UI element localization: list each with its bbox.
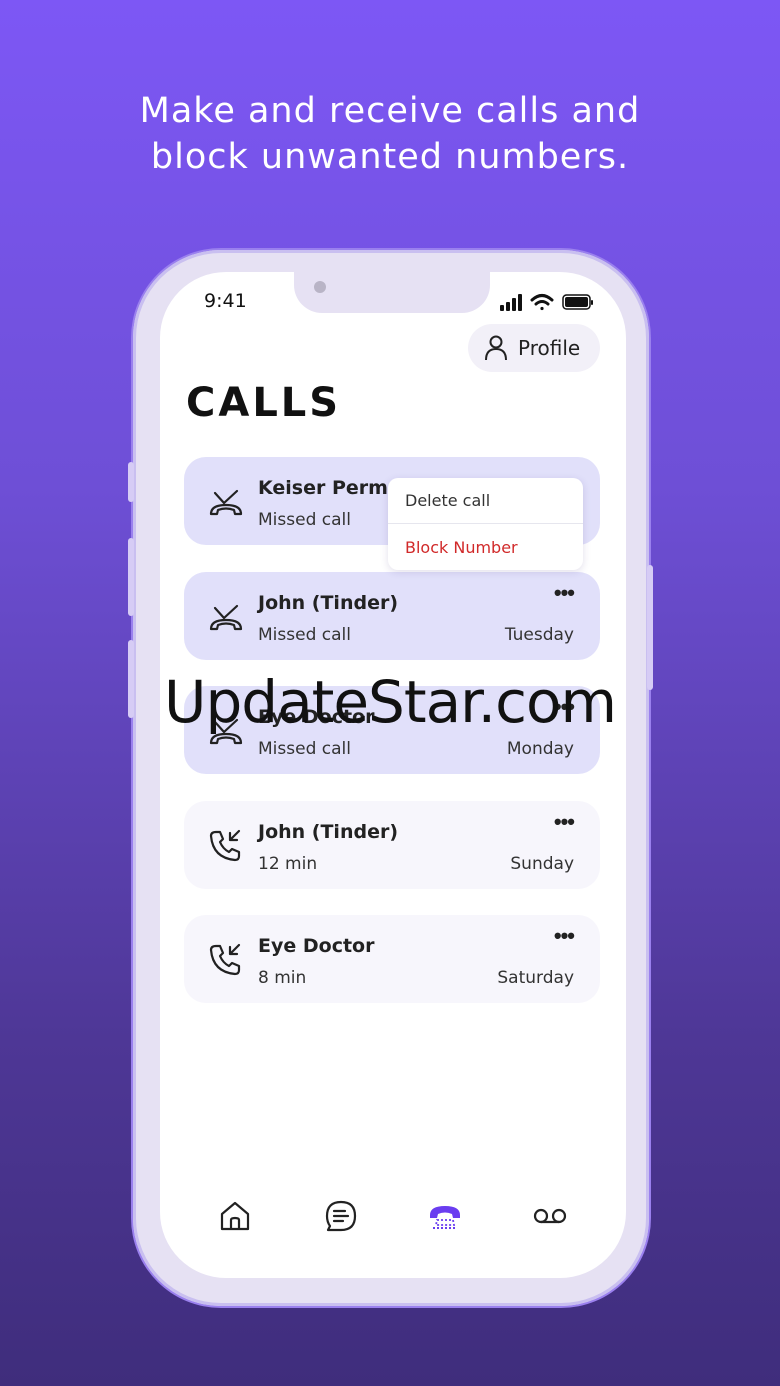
call-day: Tuesday bbox=[504, 625, 574, 645]
headline: Make and receive calls and block unwante… bbox=[0, 88, 780, 180]
call-detail: Missed call bbox=[258, 510, 351, 530]
call-detail: 12 min bbox=[258, 854, 318, 874]
more-options-button[interactable]: ••• bbox=[554, 925, 575, 947]
call-context-menu: Delete call Block Number bbox=[388, 478, 583, 570]
call-day: Monday bbox=[506, 739, 574, 759]
call-detail: Missed call bbox=[258, 625, 351, 645]
profile-label: Profile bbox=[518, 336, 581, 360]
missed-call-icon bbox=[209, 604, 243, 631]
call-day: Sunday bbox=[510, 854, 574, 874]
missed-call-icon bbox=[209, 489, 243, 516]
phone-screen: 9:41 Profile CALLS Keiser Perma Missed c… bbox=[160, 272, 626, 1278]
phone-side-button bbox=[128, 462, 134, 502]
status-icons bbox=[500, 294, 593, 311]
call-day: Saturday bbox=[497, 968, 574, 988]
call-name: Eye Doctor bbox=[258, 935, 375, 957]
call-item[interactable]: John (Tinder) 12 min Sunday ••• bbox=[184, 801, 600, 889]
call-detail: Missed call bbox=[258, 739, 351, 759]
user-icon bbox=[485, 335, 507, 361]
wifi-icon bbox=[530, 294, 554, 311]
page-title: CALLS bbox=[186, 380, 342, 426]
call-name: John (Tinder) bbox=[258, 592, 399, 614]
call-name: John (Tinder) bbox=[258, 821, 399, 843]
headline-line-1: Make and receive calls and bbox=[139, 91, 641, 131]
signal-icon bbox=[500, 294, 522, 311]
block-number-menu-item[interactable]: Block Number bbox=[388, 524, 583, 570]
voicemail-icon[interactable] bbox=[532, 1198, 568, 1234]
phone-icon[interactable] bbox=[427, 1198, 463, 1234]
bottom-tab-bar bbox=[160, 1192, 626, 1242]
watermark: UpdateStar.com bbox=[164, 668, 617, 736]
more-options-button[interactable]: ••• bbox=[554, 582, 575, 604]
call-item[interactable]: Eye Doctor 8 min Saturday ••• bbox=[184, 915, 600, 1003]
call-name: Keiser Perma bbox=[258, 477, 401, 499]
battery-icon bbox=[562, 294, 593, 310]
incoming-call-icon bbox=[209, 829, 241, 862]
phone-volume-up-button bbox=[128, 538, 134, 616]
messages-icon[interactable] bbox=[323, 1198, 359, 1234]
notch bbox=[294, 272, 490, 313]
home-icon[interactable] bbox=[217, 1198, 253, 1234]
more-options-button[interactable]: ••• bbox=[554, 811, 575, 833]
front-camera bbox=[314, 281, 326, 293]
headline-line-2: block unwanted numbers. bbox=[150, 137, 630, 177]
profile-button[interactable]: Profile bbox=[468, 324, 600, 372]
call-detail: 8 min bbox=[258, 968, 307, 988]
status-time: 9:41 bbox=[204, 290, 247, 312]
call-item[interactable]: John (Tinder) Missed call Tuesday ••• bbox=[184, 572, 600, 660]
incoming-call-icon bbox=[209, 943, 241, 976]
delete-call-menu-item[interactable]: Delete call bbox=[388, 478, 583, 524]
